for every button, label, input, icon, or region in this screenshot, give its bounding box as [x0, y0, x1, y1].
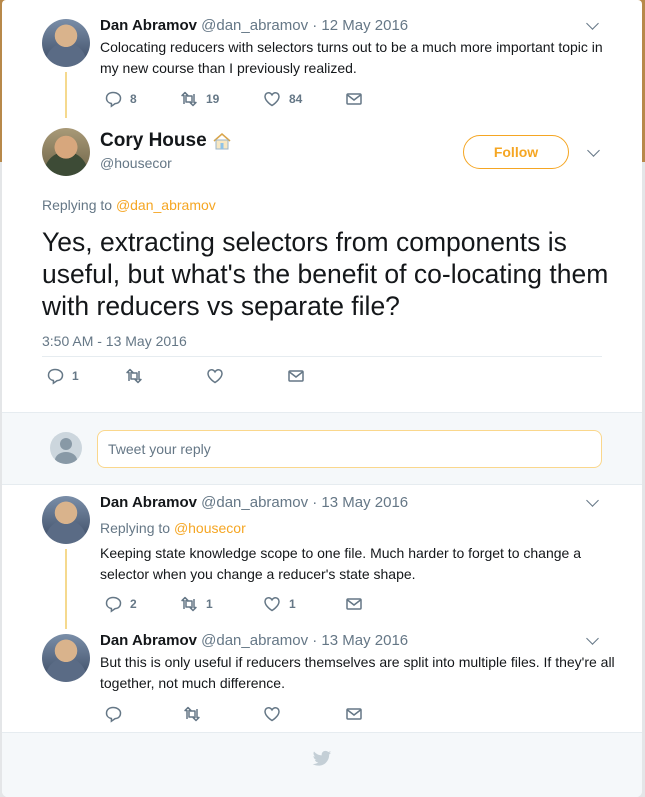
- chevron-down-icon[interactable]: [586, 494, 599, 507]
- replying-prefix: Replying to: [42, 197, 113, 213]
- retweet-icon: [184, 706, 200, 722]
- retweet-button[interactable]: 19: [180, 89, 219, 109]
- tweet-actions: 2 1 1: [104, 594, 404, 614]
- tweet-actions: [104, 704, 404, 724]
- message-button[interactable]: [287, 366, 305, 386]
- replying-to-link[interactable]: @housecor: [174, 520, 246, 536]
- tweet-actions: 1: [46, 366, 346, 386]
- replying-prefix: Replying to: [100, 520, 171, 536]
- reply-icon: [105, 706, 122, 723]
- retweet-count: 1: [206, 597, 213, 611]
- reply-button[interactable]: 2: [104, 594, 137, 614]
- retweet-button[interactable]: 1: [180, 594, 213, 614]
- avatar: [50, 432, 82, 464]
- like-button[interactable]: [263, 704, 281, 724]
- author-name[interactable]: Dan Abramov: [100, 494, 197, 511]
- author-handle-date[interactable]: @dan_abramov · 12 May 2016: [201, 17, 408, 34]
- tweet-timestamp[interactable]: 3:50 AM - 13 May 2016: [42, 333, 187, 349]
- message-button[interactable]: [345, 89, 363, 109]
- author-name[interactable]: Cory House: [100, 130, 207, 152]
- like-count: 84: [289, 92, 303, 106]
- replying-to: Replying to @housecor: [100, 520, 246, 536]
- envelope-icon: [346, 708, 362, 720]
- tweet-text: But this is only useful if reducers them…: [100, 654, 615, 691]
- tweet-header: Dan Abramov @dan_abramov · 12 May 2016: [100, 17, 408, 34]
- reply-icon: [105, 596, 122, 613]
- reply-input[interactable]: Tweet your reply: [97, 430, 602, 468]
- tweet-actions: 8 19 84: [104, 89, 404, 109]
- tweet-text: Keeping state knowledge scope to one fil…: [100, 545, 581, 582]
- replying-to: Replying to @dan_abramov: [42, 197, 216, 213]
- retweet-icon: [181, 596, 197, 612]
- divider: [42, 356, 602, 357]
- chevron-down-icon[interactable]: [586, 17, 599, 30]
- message-button[interactable]: [345, 594, 363, 614]
- heart-icon: [264, 597, 280, 612]
- retweet-button[interactable]: [125, 366, 143, 386]
- like-button[interactable]: [206, 366, 224, 386]
- envelope-icon: [346, 93, 362, 105]
- reply-button[interactable]: 1: [46, 366, 79, 386]
- chevron-down-icon[interactable]: [586, 632, 599, 645]
- message-button[interactable]: [345, 704, 363, 724]
- avatar[interactable]: [42, 128, 90, 176]
- like-button[interactable]: 1: [263, 594, 296, 614]
- envelope-icon: [346, 598, 362, 610]
- retweet-icon: [126, 368, 142, 384]
- heart-icon: [207, 369, 223, 384]
- reply-count: 8: [130, 92, 137, 106]
- like-button[interactable]: 84: [263, 89, 302, 109]
- reply-count: 1: [72, 369, 79, 383]
- author-name[interactable]: Dan Abramov: [100, 632, 197, 649]
- avatar[interactable]: [42, 19, 90, 67]
- tweet-permalink-modal: Dan Abramov @dan_abramov · 12 May 2016 C…: [2, 0, 642, 797]
- author-handle[interactable]: @housecor: [100, 155, 172, 171]
- house-emoji-icon: [213, 133, 231, 150]
- reply-icon: [47, 368, 64, 385]
- reply-count: 2: [130, 597, 137, 611]
- thread-line: [65, 72, 67, 118]
- author-handle-date[interactable]: @dan_abramov · 13 May 2016: [201, 494, 408, 511]
- reply-button[interactable]: [104, 704, 122, 724]
- author-name[interactable]: Dan Abramov: [100, 17, 197, 34]
- retweet-icon: [181, 91, 197, 107]
- heart-icon: [264, 707, 280, 722]
- twitter-bird-icon: [312, 750, 332, 766]
- envelope-icon: [288, 370, 304, 382]
- avatar[interactable]: [42, 634, 90, 682]
- tweet-header: Dan Abramov @dan_abramov · 13 May 2016: [100, 632, 408, 649]
- retweet-count: 19: [206, 92, 220, 106]
- heart-icon: [264, 92, 280, 107]
- replying-to-link[interactable]: @dan_abramov: [116, 197, 216, 213]
- tweet-text: Colocating reducers with selectors turns…: [100, 39, 603, 76]
- avatar[interactable]: [42, 496, 90, 544]
- follow-button[interactable]: Follow: [463, 135, 569, 169]
- tweet-text: Yes, extracting selectors from component…: [42, 227, 609, 321]
- reply-button[interactable]: 8: [104, 89, 137, 109]
- tweet-header: Dan Abramov @dan_abramov · 13 May 2016: [100, 494, 408, 511]
- like-count: 1: [289, 597, 296, 611]
- retweet-button[interactable]: [183, 704, 201, 724]
- thread-line: [65, 549, 67, 629]
- author-handle-date[interactable]: @dan_abramov · 13 May 2016: [201, 632, 408, 649]
- reply-icon: [105, 91, 122, 108]
- chevron-down-icon[interactable]: [587, 144, 600, 157]
